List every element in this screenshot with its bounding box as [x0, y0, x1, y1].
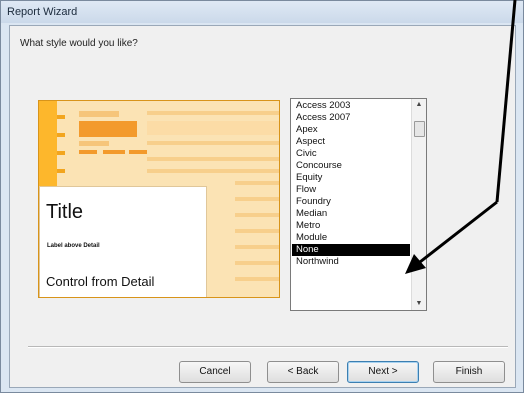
annotation-arrow-icon [405, 0, 517, 274]
